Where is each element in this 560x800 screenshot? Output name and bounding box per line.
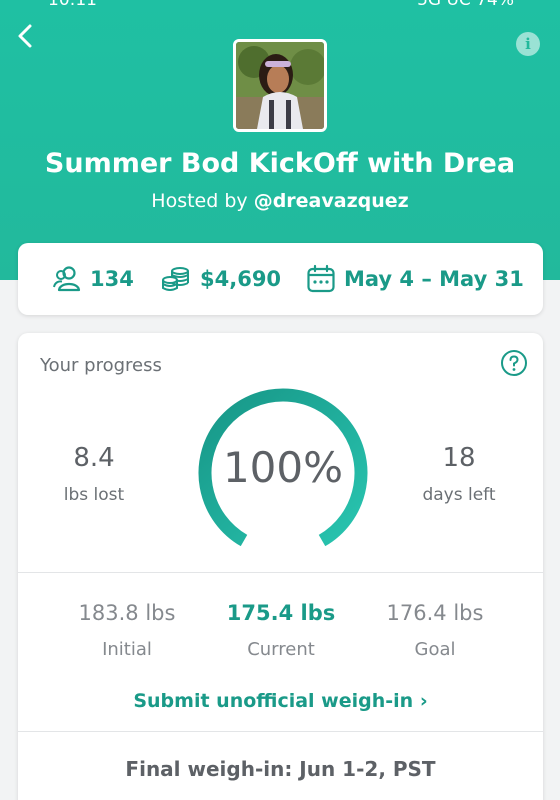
goal-weight-label: Goal: [414, 639, 456, 660]
challenge-stats-card: 134 $4,690 May 4 – May 31: [18, 243, 543, 315]
progress-label: Your progress: [40, 355, 162, 376]
goal-weight: 176.4 lbs: [386, 601, 484, 625]
help-icon[interactable]: [500, 349, 528, 377]
progress-card: Your progress 8.4 lbs lost 100% 18 days …: [18, 333, 543, 800]
status-indicators: 5G UC 74%: [417, 0, 514, 10]
participants-stat: 134: [52, 243, 134, 315]
submit-weigh-in-link[interactable]: Submit unofficial weigh-in ›: [18, 690, 543, 712]
pot-stat: $4,690: [160, 243, 281, 315]
days-left-label: days left: [422, 485, 496, 505]
days-left-value: 18: [442, 443, 476, 473]
progress-percent: 100%: [222, 443, 344, 492]
divider: [18, 731, 543, 732]
participants-count: 134: [90, 267, 134, 291]
status-time: 10:11: [48, 0, 97, 10]
lbs-lost-value: 8.4: [73, 443, 115, 473]
current-weight: 175.4 lbs: [226, 601, 336, 625]
initial-weight: 183.8 lbs: [78, 601, 176, 625]
host-handle[interactable]: @dreavazquez: [254, 190, 409, 212]
final-weigh-in: Final weigh-in: Jun 1-2, PST: [125, 757, 436, 781]
challenge-dates: May 4 – May 31: [344, 267, 524, 291]
challenge-title: Summer Bod KickOff with Drea: [44, 148, 516, 179]
pot-amount: $4,690: [200, 267, 282, 291]
submit-weigh-in-label: Submit unofficial weigh-in: [133, 690, 414, 712]
calendar-icon: [307, 264, 335, 293]
chevron-right-icon: ›: [419, 690, 428, 712]
divider: [18, 572, 543, 573]
status-bar: 10:11 5G UC 74%: [0, 0, 560, 12]
host-prefix: Hosted by: [151, 190, 248, 212]
initial-weight-label: Initial: [102, 639, 152, 660]
host-line: Hosted by @dreavazquez: [0, 190, 560, 212]
info-icon[interactable]: i: [516, 32, 540, 56]
dates-stat: May 4 – May 31: [306, 243, 524, 315]
lbs-lost-label: lbs lost: [63, 485, 125, 505]
host-avatar: [233, 39, 327, 132]
challenge-header: 10:11 5G UC 74% i Summer Bod KickOff wit…: [0, 0, 560, 280]
back-arrow-icon[interactable]: [12, 22, 40, 50]
coins-icon: [162, 267, 189, 291]
people-icon: [53, 266, 81, 292]
current-weight-label: Current: [247, 639, 315, 660]
